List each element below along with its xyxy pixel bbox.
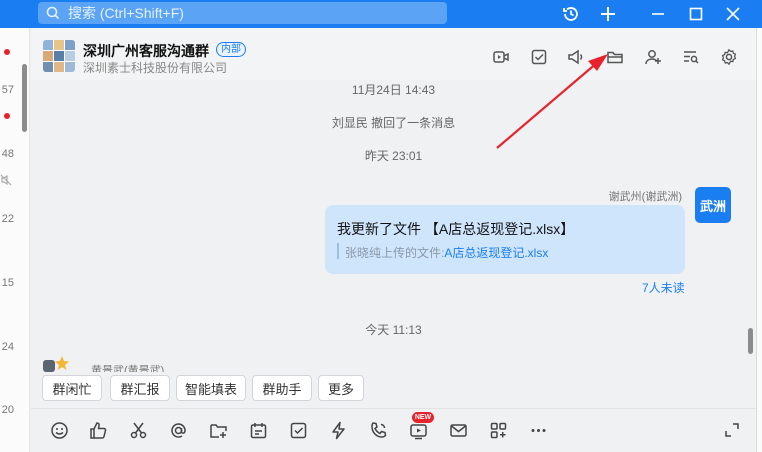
maximize-icon[interactable] (685, 3, 707, 25)
quick-button-more[interactable]: 更多 (318, 375, 364, 401)
add-icon[interactable] (597, 3, 619, 25)
folder-icon[interactable] (604, 46, 626, 68)
phone-icon[interactable] (367, 419, 389, 441)
quote-bar (337, 243, 339, 259)
list-item-time: 57 (1, 84, 14, 96)
announcement-icon[interactable] (565, 46, 587, 68)
file-link[interactable]: A店总返现登记.xlsx (444, 246, 548, 260)
task-icon[interactable] (528, 46, 550, 68)
close-icon[interactable] (722, 3, 744, 25)
mention-icon[interactable] (167, 419, 189, 441)
message-area[interactable]: 11月24日 14:43 刘显民 撤回了一条消息 昨天 23:01 谢武州(谢武… (31, 80, 756, 372)
unread-dot (4, 113, 10, 119)
search-box[interactable]: 搜索 (Ctrl+Shift+F) (38, 2, 447, 24)
add-member-icon[interactable] (642, 46, 664, 68)
history-icon[interactable] (560, 3, 582, 25)
chat-header: 深圳广州客服沟通群 内部 深圳素士科技股份有限公司 (31, 28, 756, 80)
search-icon (46, 6, 60, 20)
quick-button-report[interactable]: 群汇报 (110, 375, 170, 401)
minimize-icon[interactable] (647, 3, 669, 25)
conversation-list-edge: 57 48 22 15 24 20 (0, 28, 30, 452)
window-right-edge (756, 28, 762, 452)
search-placeholder: 搜索 (Ctrl+Shift+F) (68, 5, 184, 21)
list-item-time: 48 (1, 148, 14, 160)
expand-icon[interactable] (721, 419, 743, 441)
timestamp: 11月24日 14:43 (351, 83, 436, 97)
group-avatar[interactable] (43, 40, 75, 72)
internal-badge: 内部 (216, 42, 246, 57)
calendar-icon[interactable] (247, 419, 269, 441)
group-name[interactable]: 深圳广州客服沟通群 (83, 41, 209, 61)
video-icon[interactable] (490, 46, 512, 68)
quick-button-smart-form[interactable]: 智能填表 (176, 375, 246, 401)
message-scrollbar[interactable] (748, 328, 753, 354)
file-reference: 张晓纯上传的文件:A店总返现登记.xlsx (345, 244, 548, 261)
mail-icon[interactable] (447, 419, 469, 441)
file-prefix: 张晓纯上传的文件: (345, 246, 445, 260)
sender-name: 谢武州(谢武洲) (608, 191, 682, 203)
folder-add-icon[interactable] (207, 419, 229, 441)
list-item-time: 15 (1, 277, 14, 289)
ding-icon[interactable] (327, 419, 349, 441)
read-status[interactable]: 7人未读 (642, 279, 685, 296)
settings-icon[interactable] (718, 46, 740, 68)
timestamp: 今天 11:13 (365, 323, 422, 337)
list-item-time: 20 (1, 404, 14, 416)
title-bar: 搜索 (Ctrl+Shift+F) (0, 0, 762, 28)
more-icon[interactable] (527, 419, 549, 441)
emoji-icon[interactable] (48, 419, 70, 441)
timestamp: 昨天 23:01 (364, 149, 423, 163)
like-icon[interactable] (87, 419, 109, 441)
apps-icon[interactable] (487, 419, 509, 441)
scissors-icon[interactable] (127, 419, 149, 441)
recall-notice: 刘显民 撤回了一条消息 (331, 116, 456, 130)
list-scrollbar[interactable] (22, 64, 27, 132)
company-name: 深圳素士科技股份有限公司 (83, 61, 228, 75)
input-toolbar: NEW (31, 409, 756, 452)
todo-icon[interactable] (287, 419, 309, 441)
quick-button-assistant[interactable]: 群助手 (252, 375, 312, 401)
sender-name: 黄景武(黄景武) (91, 365, 165, 372)
message-text: 我更新了文件 【A店总返现登记.xlsx】 (337, 221, 575, 237)
list-item-time: 24 (1, 341, 14, 353)
unread-dot (4, 49, 10, 55)
avatar[interactable]: 武洲 (695, 187, 731, 223)
list-item-time: 22 (1, 213, 14, 225)
quick-actions: 群闲忙 群汇报 智能填表 群助手 更多 (31, 372, 756, 408)
mute-icon (0, 174, 12, 186)
quick-button-busy[interactable]: 群闲忙 (42, 375, 102, 401)
message-bubble[interactable]: 我更新了文件 【A店总返现登记.xlsx】 张晓纯上传的文件:A店总返现登记.x… (325, 205, 685, 274)
avatar[interactable] (43, 356, 69, 372)
search-history-icon[interactable] (680, 46, 702, 68)
new-badge: NEW (412, 412, 434, 423)
